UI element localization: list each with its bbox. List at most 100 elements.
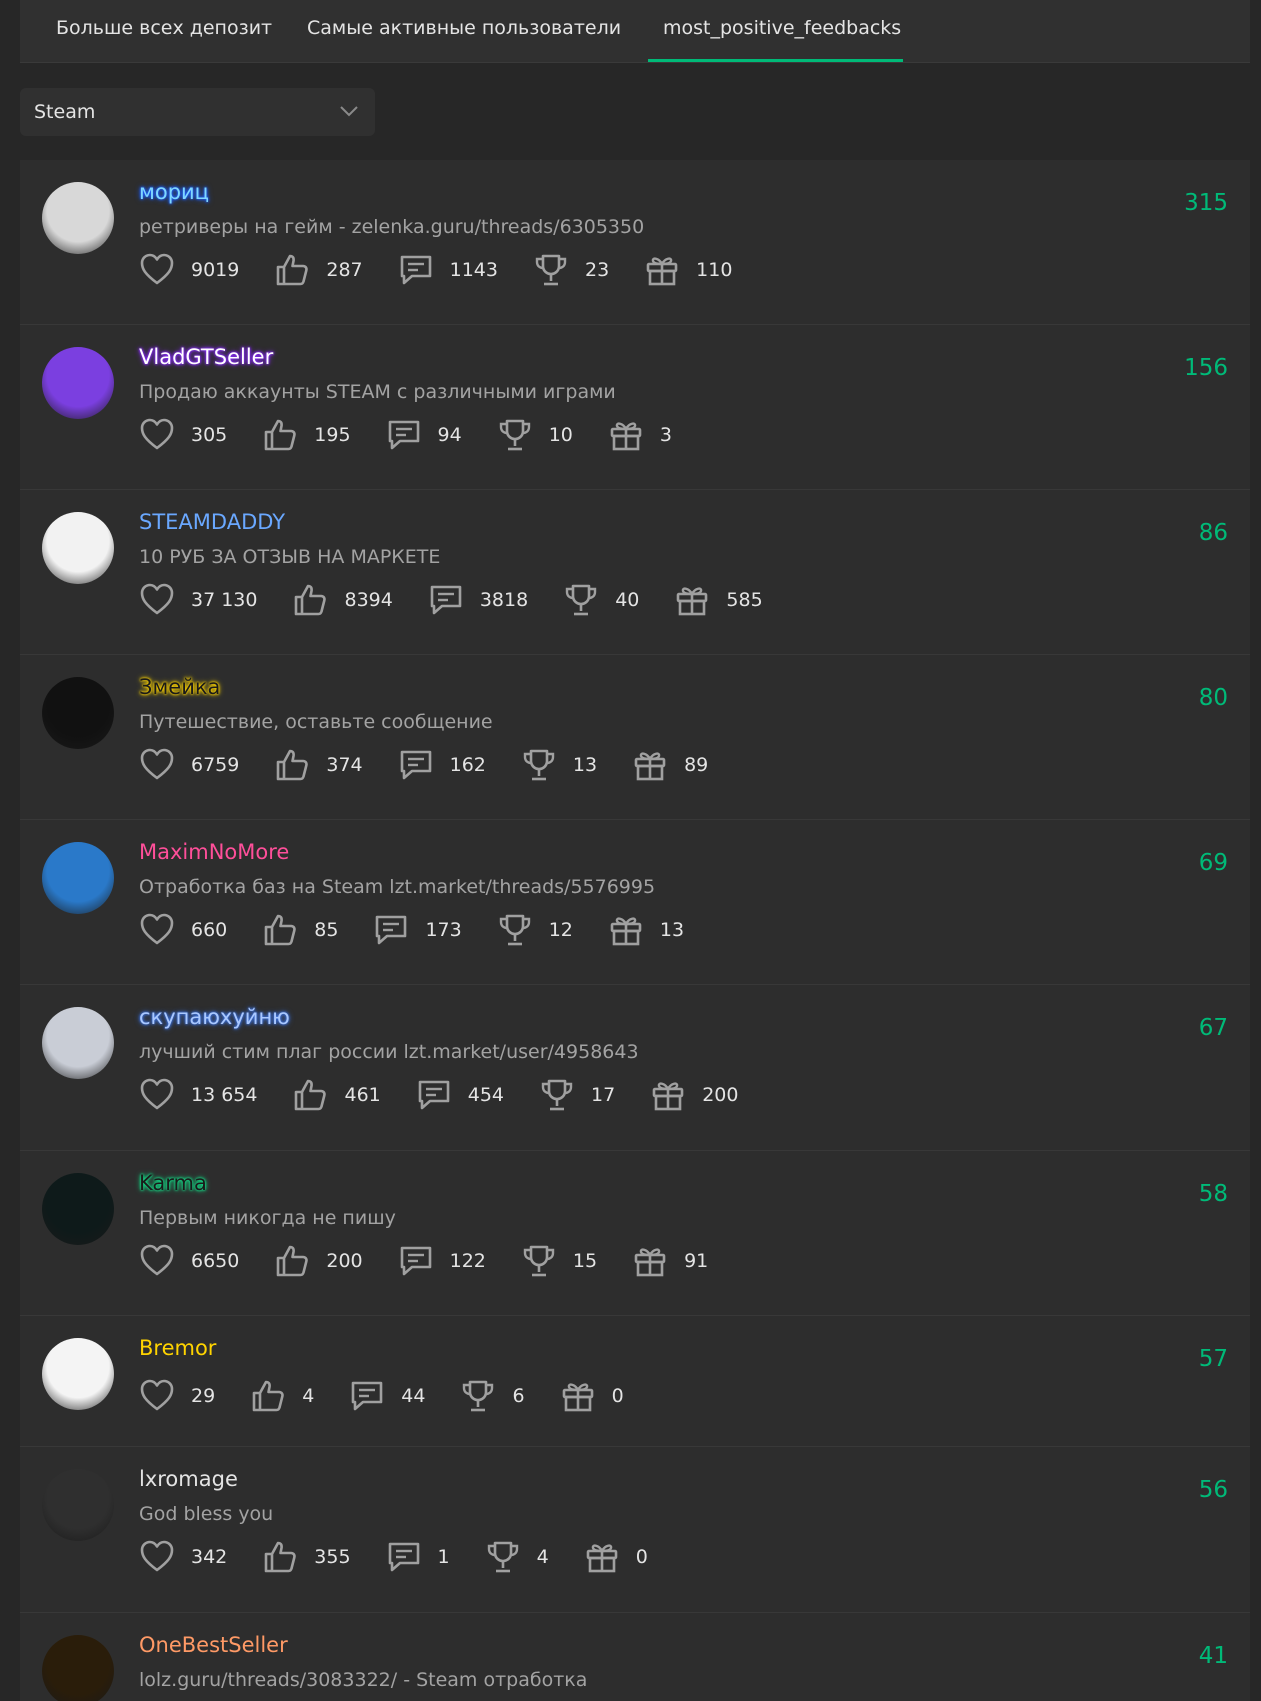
avatar[interactable]: [42, 1007, 114, 1079]
stat-trophy: 17: [539, 1077, 615, 1113]
stat-message: 173: [373, 912, 462, 948]
stat-message: 1143: [398, 252, 498, 288]
tab-most-active-users[interactable]: Самые активные пользователи: [292, 0, 621, 62]
stat-thumbs-up: 355: [262, 1539, 351, 1575]
message-icon: [400, 255, 431, 285]
avatar[interactable]: [42, 182, 114, 254]
heart-icon: [140, 748, 174, 780]
gift-icon: [652, 1082, 684, 1111]
user-row[interactable]: скупаюхуйню лучший стим плаг россии lzt.m…: [20, 985, 1250, 1151]
user-row[interactable]: VladGTSeller Продаю аккаунты STEAM с разл…: [20, 325, 1250, 490]
stat-value: 200: [326, 1250, 363, 1272]
user-row[interactable]: STEAMDADDY 10 РУБ ЗА ОТЗЫВ НА МАРКЕТЕ 37 1…: [20, 490, 1250, 655]
stat-message: 3818: [428, 582, 528, 618]
stat-value: 0: [635, 1546, 648, 1568]
stat-thumbs-up: 374: [274, 747, 363, 783]
trophy-icon: [499, 419, 530, 451]
stat-value: 342: [191, 1546, 228, 1568]
message-icon: [418, 1080, 450, 1110]
gift-icon: [646, 257, 678, 286]
stat-gift: 3: [608, 417, 672, 453]
username-link[interactable]: STEAMDADDY: [139, 510, 285, 534]
stat-value: 17: [591, 1084, 616, 1106]
user-status: ретриверы на гейм - zelenka.guru/threads…: [139, 216, 645, 238]
feedback-count: 41: [1198, 1643, 1228, 1669]
username-link[interactable]: OneBestSeller: [139, 1633, 288, 1657]
feedback-count: 67: [1198, 1015, 1228, 1041]
stat-value: 6: [512, 1385, 525, 1407]
avatar[interactable]: [42, 347, 114, 419]
feedback-count: 80: [1198, 685, 1228, 711]
tab-most-positive-feedbacks[interactable]: most_positive_feedbacks: [648, 0, 903, 62]
stat-thumbs-up: 8394: [292, 582, 393, 618]
username-link[interactable]: Змейка: [139, 675, 220, 699]
avatar[interactable]: [42, 512, 114, 584]
user-row[interactable]: lxromage God bless you 342 355 1 4 0 56: [20, 1447, 1250, 1613]
stat-message: 454: [416, 1077, 504, 1113]
user-row[interactable]: мориц ретриверы на гейм - zelenka.guru/th…: [20, 160, 1250, 325]
stat-value: 13: [572, 754, 598, 776]
category-select[interactable]: Steam: [20, 88, 375, 136]
stat-heart: 6650: [139, 1243, 239, 1279]
stat-value: 4: [302, 1385, 315, 1407]
stat-value: 6759: [191, 754, 240, 776]
stat-value: 110: [696, 259, 733, 281]
stat-trophy: 13: [521, 747, 597, 783]
chevron-down-icon: [340, 106, 358, 117]
user-row[interactable]: Змейка Путешествие, оставьте сообщение 675…: [20, 655, 1250, 820]
user-status: God bless you: [139, 1503, 274, 1525]
stat-trophy: 15: [521, 1243, 597, 1279]
username-link[interactable]: мориц: [139, 180, 209, 204]
message-icon: [388, 1542, 419, 1572]
stat-thumbs-up: 4: [250, 1378, 314, 1414]
message-icon: [430, 585, 462, 615]
stat-gift: 0: [584, 1539, 648, 1575]
avatar[interactable]: [42, 1469, 114, 1541]
user-stats: 660 85 173 12 13: [139, 912, 719, 948]
stat-value: 195: [314, 424, 351, 446]
feedback-count: 57: [1198, 1346, 1228, 1372]
username-link[interactable]: скупаюхуйню: [139, 1005, 290, 1029]
stat-thumbs-up: 85: [262, 912, 338, 948]
thumbs-up-icon: [264, 914, 297, 946]
trophy-icon: [541, 1079, 573, 1111]
stat-gift: 200: [650, 1077, 738, 1113]
stat-value: 8394: [344, 589, 393, 611]
stat-value: 461: [344, 1084, 381, 1106]
stat-heart: 342: [139, 1539, 227, 1575]
stat-value: 374: [326, 754, 363, 776]
avatar[interactable]: [42, 1338, 114, 1410]
tab-top-deposit[interactable]: Больше всех депозит: [41, 0, 283, 62]
heart-icon: [140, 1244, 174, 1276]
stat-value: 660: [191, 919, 228, 941]
user-status: лучший стим плаг россии lzt.market/user/…: [139, 1041, 639, 1063]
username-link[interactable]: Bremor: [139, 1336, 216, 1360]
username-link[interactable]: MaximNoMore: [139, 840, 289, 864]
stat-value: 3818: [479, 589, 529, 611]
stat-value: 94: [437, 424, 462, 446]
stat-gift: 91: [632, 1243, 708, 1279]
user-row[interactable]: OneBestSeller lolz.guru/threads/3083322/ …: [20, 1613, 1250, 1701]
feedback-count: 58: [1198, 1181, 1228, 1207]
message-icon: [400, 750, 431, 780]
user-row[interactable]: Karma Первым никогда не пишу 6650 200 122 15 9…: [20, 1151, 1250, 1316]
avatar[interactable]: [42, 677, 114, 749]
user-row[interactable]: MaximNoMore Отработка баз на Steam lzt.ma…: [20, 820, 1250, 985]
avatar[interactable]: [42, 1635, 114, 1701]
username-link[interactable]: Karma: [139, 1171, 207, 1195]
avatar[interactable]: [42, 1173, 114, 1245]
trophy-icon: [535, 254, 567, 286]
user-row[interactable]: Bremor 29 4 44 6 0 57: [20, 1316, 1250, 1447]
avatar[interactable]: [42, 842, 114, 914]
feedback-count: 56: [1198, 1477, 1228, 1503]
stat-thumbs-up: 287: [274, 252, 363, 288]
stat-value: 85: [314, 919, 339, 941]
stat-value: 162: [449, 754, 486, 776]
username-link[interactable]: lxromage: [139, 1467, 238, 1491]
user-stats: 13 654 461 454 17 200: [139, 1077, 773, 1113]
stat-message: 162: [398, 747, 486, 783]
username-link[interactable]: VladGTSeller: [139, 345, 273, 369]
gift-icon: [610, 422, 642, 451]
heart-icon: [140, 583, 174, 615]
trophy-icon: [487, 1541, 518, 1573]
